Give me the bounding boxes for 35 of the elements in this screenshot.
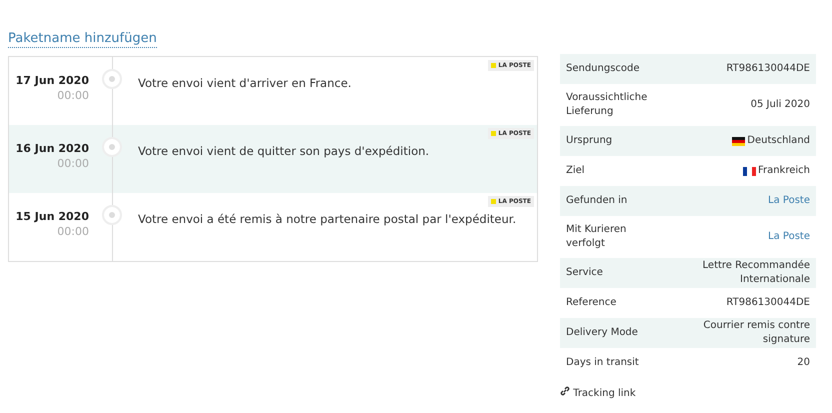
event-description: Votre envoi a été remis à notre partenaire postal par l'expéditeur.: [138, 212, 516, 226]
detail-value: Deutschland: [747, 134, 810, 148]
event-date: 16 Jun 2020: [14, 142, 89, 155]
detail-label: Voraussichtliche Lieferung: [566, 91, 648, 119]
detail-label: Service: [566, 266, 604, 280]
tracking-link[interactable]: Tracking link: [560, 386, 816, 399]
event-date: 17 Jun 2020: [14, 74, 89, 87]
detail-value: Lettre Recommandée Internationale: [702, 259, 810, 287]
event-date: 15 Jun 2020: [14, 210, 89, 223]
event-time: 00:00: [56, 157, 89, 170]
detail-label: Ursprung: [566, 134, 614, 148]
detail-label: Days in transit: [566, 356, 640, 370]
detail-value: Frankreich: [758, 164, 810, 178]
timeline-dot-icon: [102, 205, 122, 225]
timeline-dot-icon: [102, 69, 122, 89]
event-description: Votre envoi vient d'arriver en France.: [138, 76, 352, 90]
detail-label: Ziel: [566, 164, 586, 178]
detail-label: Delivery Mode: [566, 326, 639, 340]
event-time: 00:00: [56, 89, 89, 102]
detail-value: Courrier remis contre signature: [702, 319, 810, 347]
carrier-link[interactable]: La Poste: [768, 194, 810, 208]
event-time: 00:00: [56, 225, 89, 238]
link-icon: [560, 386, 570, 396]
detail-label: Reference: [566, 296, 618, 310]
timeline-dot-icon: [102, 137, 122, 157]
event-description: Votre envoi vient de quitter son pays d'expédition.: [138, 144, 430, 158]
detail-label: Gefunden in: [566, 194, 628, 208]
detail-value: 20: [797, 356, 810, 370]
detail-value: RT986130044DE: [726, 62, 810, 76]
detail-value: 05 Juli 2020: [750, 98, 810, 112]
carrier-link[interactable]: La Poste: [768, 230, 810, 244]
detail-label: Sendungscode: [566, 62, 641, 76]
add-package-name-link[interactable]: Paketname hinzufügen: [8, 31, 157, 48]
detail-value: RT986130044DE: [726, 296, 810, 310]
detail-label: Mit Kurieren verfolgt: [566, 223, 628, 251]
